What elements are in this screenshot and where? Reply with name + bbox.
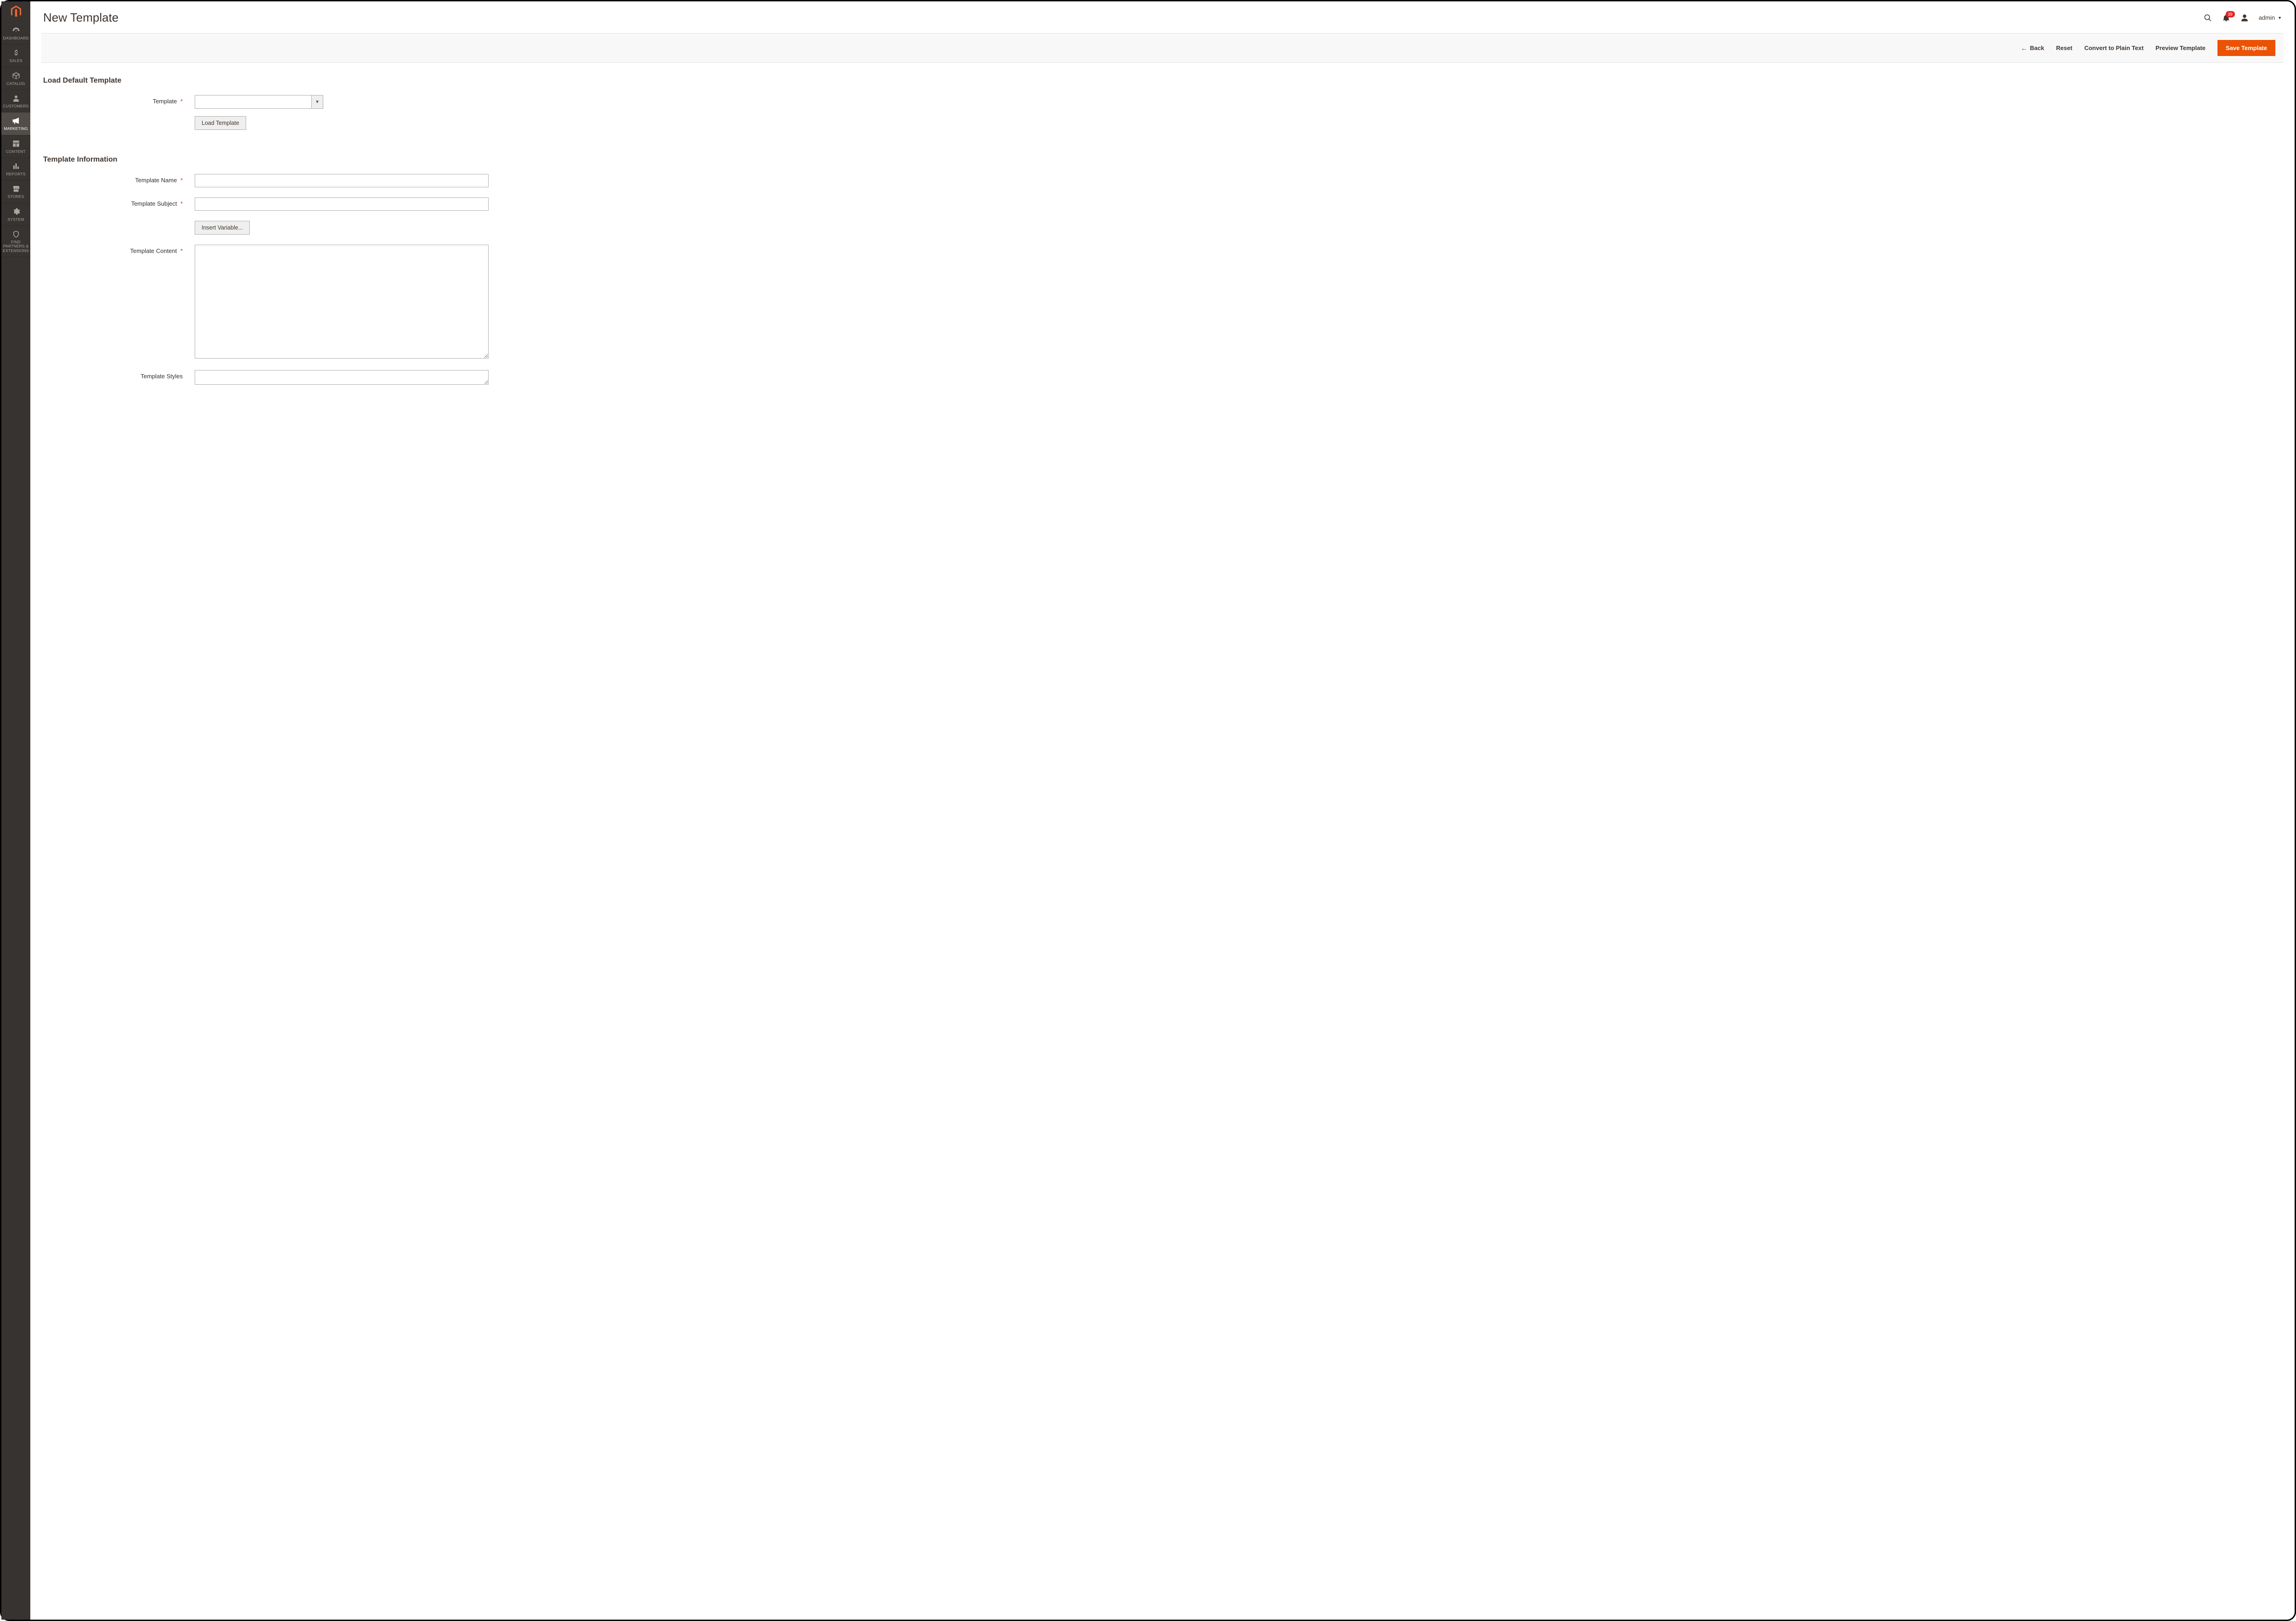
label-template-name-text: Template Name — [135, 177, 177, 184]
search-icon[interactable] — [2204, 14, 2212, 22]
load-default-template-section: Load Default Template Template * ▼ Load … — [43, 77, 2282, 140]
header-actions: 39 admin ▼ — [2204, 14, 2282, 22]
reset-button[interactable]: Reset — [2056, 45, 2072, 51]
page-action-bar: ← Back Reset Convert to Plain Text Previ… — [41, 33, 2284, 63]
form-row-template-subject: Template Subject * — [43, 197, 2282, 211]
person-icon — [11, 94, 21, 102]
sidebar-item-label: REPORTS — [2, 172, 29, 176]
admin-sidebar: DASHBOARD SALES CATALOG CUSTOMERS MARKET… — [1, 1, 30, 1620]
gauge-icon — [11, 26, 21, 34]
sidebar-item-label: MARKETING — [2, 127, 29, 131]
required-asterisk: * — [180, 200, 183, 207]
sidebar-item-label: FIND PARTNERS & EXTENSIONS — [2, 240, 29, 253]
sidebar-item-marketing[interactable]: MARKETING — [1, 112, 30, 135]
main-content: New Template 39 admin ▼ ← Back Reset Con… — [30, 1, 2295, 1620]
sidebar-item-dashboard[interactable]: DASHBOARD — [1, 22, 30, 45]
form-row-template-name: Template Name * — [43, 174, 2282, 187]
username-label: admin — [2259, 14, 2275, 21]
label-template-text: Template — [153, 98, 177, 105]
puzzle-icon — [11, 230, 21, 238]
template-select[interactable] — [195, 95, 311, 109]
user-menu[interactable]: admin ▼ — [2259, 14, 2282, 21]
sidebar-item-partners[interactable]: FIND PARTNERS & EXTENSIONS — [1, 226, 30, 257]
section-title-load-default: Load Default Template — [43, 77, 2282, 85]
label-template: Template * — [43, 95, 195, 105]
chevron-down-icon[interactable]: ▼ — [311, 95, 323, 109]
back-button[interactable]: ← Back — [2020, 45, 2044, 51]
sidebar-item-customers[interactable]: CUSTOMERS — [1, 90, 30, 112]
magento-logo[interactable] — [1, 1, 30, 22]
sidebar-item-label: DASHBOARD — [2, 36, 29, 40]
template-name-input[interactable] — [195, 174, 489, 187]
sidebar-item-label: CUSTOMERS — [2, 104, 29, 108]
sidebar-item-label: CATALOG — [2, 82, 29, 86]
form-row-template-content: Template Content * — [43, 245, 2282, 360]
account-icon[interactable] — [2240, 14, 2249, 22]
sidebar-item-catalog[interactable]: CATALOG — [1, 67, 30, 90]
sidebar-item-label: SYSTEM — [2, 218, 29, 222]
sidebar-item-stores[interactable]: STORES — [1, 180, 30, 203]
box-icon — [11, 72, 21, 80]
label-template-subject-text: Template Subject — [131, 200, 177, 207]
template-styles-textarea[interactable] — [195, 370, 489, 385]
bar-chart-icon — [11, 162, 21, 170]
load-template-button[interactable]: Load Template — [195, 116, 246, 130]
template-subject-input[interactable] — [195, 197, 489, 211]
label-template-content: Template Content * — [43, 245, 195, 254]
label-template-content-text: Template Content — [130, 247, 177, 254]
template-select-wrapper: ▼ — [195, 95, 323, 109]
gear-icon — [11, 208, 21, 216]
sidebar-item-content[interactable]: CONTENT — [1, 135, 30, 158]
caret-down-icon: ▼ — [2278, 16, 2282, 20]
template-information-section: Template Information Template Name * Tem… — [43, 156, 2282, 396]
sidebar-item-reports[interactable]: REPORTS — [1, 158, 30, 180]
required-asterisk: * — [180, 177, 183, 184]
sidebar-item-label: STORES — [2, 195, 29, 199]
layout-icon — [11, 140, 21, 148]
arrow-left-icon: ← — [2020, 45, 2027, 51]
sidebar-item-sales[interactable]: SALES — [1, 45, 30, 67]
sidebar-item-system[interactable]: SYSTEM — [1, 203, 30, 226]
template-content-textarea[interactable] — [195, 245, 489, 359]
back-button-label: Back — [2030, 45, 2044, 51]
notifications-badge: 39 — [2226, 11, 2235, 17]
notifications-icon[interactable]: 39 — [2222, 14, 2230, 22]
page-header: New Template 39 admin ▼ — [43, 1, 2282, 33]
form-row-template-styles: Template Styles — [43, 370, 2282, 386]
insert-variable-button[interactable]: Insert Variable... — [195, 221, 250, 235]
form-row-insert-variable: Insert Variable... — [43, 221, 2282, 235]
form-row-template: Template * ▼ Load Template — [43, 95, 2282, 130]
convert-plain-text-button[interactable]: Convert to Plain Text — [2084, 45, 2144, 51]
megaphone-icon — [11, 117, 21, 125]
dollar-icon — [11, 49, 21, 57]
label-template-styles: Template Styles — [43, 370, 195, 380]
storefront-icon — [11, 185, 21, 193]
section-title-template-info: Template Information — [43, 156, 2282, 164]
label-template-subject: Template Subject * — [43, 197, 195, 207]
preview-template-button[interactable]: Preview Template — [2155, 45, 2206, 51]
label-template-styles-text: Template Styles — [141, 373, 183, 380]
required-asterisk: * — [180, 247, 183, 254]
page-title: New Template — [43, 11, 2204, 25]
save-template-button[interactable]: Save Template — [2217, 40, 2275, 56]
sidebar-item-label: CONTENT — [2, 150, 29, 154]
required-asterisk: * — [180, 98, 183, 105]
label-template-name: Template Name * — [43, 174, 195, 184]
sidebar-item-label: SALES — [2, 59, 29, 63]
